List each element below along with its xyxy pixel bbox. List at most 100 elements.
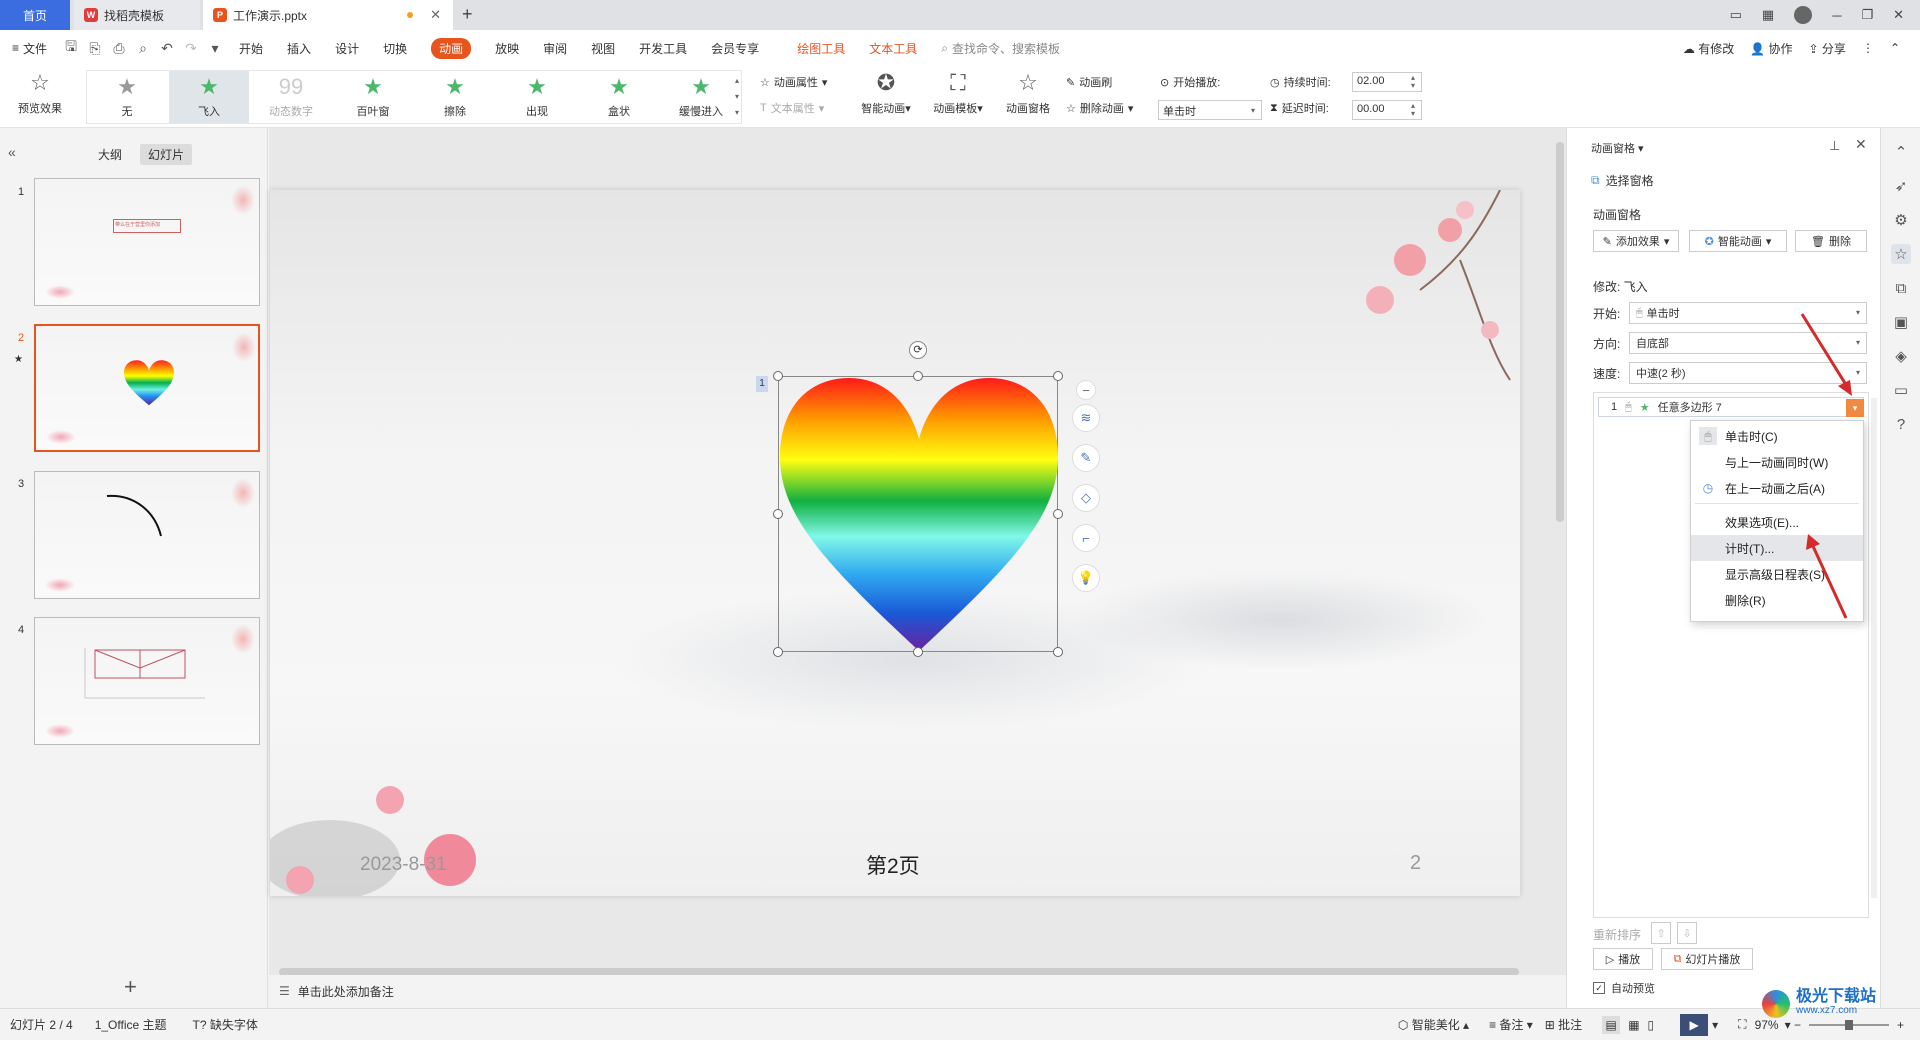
fit-window-icon[interactable]: ⛶ bbox=[1738, 1017, 1746, 1032]
zoom-level[interactable]: 97% bbox=[1755, 1018, 1779, 1032]
slide-thumb-1[interactable]: 带么在于营里你添加 bbox=[34, 178, 260, 306]
effect-fly-in[interactable]: ★ 飞入 bbox=[169, 71, 249, 123]
zoom-slider[interactable] bbox=[1808, 1019, 1889, 1030]
pane-scrollbar[interactable] bbox=[1871, 398, 1877, 898]
animation-star-icon[interactable]: ☆ bbox=[1891, 244, 1911, 264]
menu-review[interactable]: 审阅 bbox=[531, 30, 579, 66]
resize-handle[interactable] bbox=[773, 647, 783, 657]
restore-icon[interactable]: ❐ bbox=[1861, 7, 1873, 23]
effect-wipe[interactable]: ★ 擦除 bbox=[415, 71, 495, 123]
auto-preview-checkbox[interactable]: ✓ 自动预览 bbox=[1593, 980, 1655, 996]
vertical-scrollbar[interactable] bbox=[1556, 142, 1564, 962]
zoom-in-icon[interactable]: + bbox=[1897, 1018, 1904, 1032]
effect-blinds[interactable]: ★ 百叶窗 bbox=[333, 71, 413, 123]
normal-view-icon[interactable]: ▤ bbox=[1602, 1015, 1621, 1034]
add-slide-button[interactable]: + bbox=[124, 974, 137, 1000]
menu-animation[interactable]: 动画 bbox=[419, 30, 483, 66]
smart-animation-button[interactable]: ✪ 智能动画▾ bbox=[856, 70, 916, 116]
print-preview-icon[interactable]: ⌕ bbox=[134, 39, 152, 57]
resize-handle[interactable] bbox=[773, 509, 783, 519]
resize-handle[interactable] bbox=[913, 371, 923, 381]
animation-template-button[interactable]: ⛶ 动画模板▾ bbox=[928, 70, 988, 116]
notes-bar[interactable]: ☰ 单击此处添加备注 bbox=[269, 975, 1566, 1007]
grid-icon[interactable]: ▦ bbox=[1762, 7, 1774, 23]
menu-text-tools[interactable]: 文本工具 bbox=[857, 30, 929, 66]
undo-icon[interactable]: ↶ bbox=[158, 39, 176, 57]
move-up-button[interactable]: ⇧ bbox=[1651, 922, 1671, 944]
menu-member[interactable]: 会员专享 bbox=[699, 30, 771, 66]
pin-icon[interactable]: ⊥ bbox=[1829, 138, 1840, 154]
zoom-thumb[interactable] bbox=[1844, 1019, 1853, 1030]
play-dropdown-icon[interactable]: ▾ bbox=[1712, 1018, 1718, 1032]
collapse-tools-icon[interactable]: − bbox=[1076, 380, 1096, 400]
add-effect-button[interactable]: ✎ 添加效果 ▾ bbox=[1593, 230, 1679, 252]
resize-handle[interactable] bbox=[773, 371, 783, 381]
animation-brush-button[interactable]: ✎ 动画刷 bbox=[1066, 74, 1112, 90]
pen-icon[interactable]: ✎ bbox=[1072, 444, 1100, 472]
effect-box[interactable]: ★ 盒状 bbox=[579, 71, 659, 123]
reading-view-icon[interactable]: ▯ bbox=[1648, 1018, 1655, 1032]
notes-button[interactable]: ≡ 备注 ▾ bbox=[1489, 1016, 1533, 1033]
resize-handle[interactable] bbox=[913, 647, 923, 657]
picture-icon[interactable]: ▣ bbox=[1891, 312, 1911, 332]
collapse-ribbon-icon[interactable]: ⌃ bbox=[1890, 41, 1900, 55]
zoom-out-icon[interactable]: ▾ − bbox=[1785, 1018, 1801, 1032]
crop-icon[interactable]: ⌐ bbox=[1072, 524, 1100, 552]
menu-start[interactable]: 开始 bbox=[227, 30, 275, 66]
beautify-button[interactable]: ⬡ 智能美化 ▴ bbox=[1398, 1016, 1469, 1033]
book-icon[interactable]: ▭ bbox=[1891, 380, 1911, 400]
preview-effect-button[interactable]: ☆ 预览效果 bbox=[10, 70, 70, 116]
gallery-scroll-icon[interactable]: ▴ ▾ ▾ bbox=[735, 73, 739, 121]
duration-input[interactable]: 02.00 ▴ ▾ bbox=[1352, 72, 1422, 92]
modified-button[interactable]: ☁ 有修改 bbox=[1683, 40, 1734, 57]
smart-anim-button[interactable]: ✪ 智能动画 ▾ bbox=[1689, 230, 1787, 252]
slide-thumb-2[interactable] bbox=[34, 324, 260, 452]
command-search[interactable]: ⌕ 查找命令、搜索模板 bbox=[929, 30, 1072, 66]
bulb-icon[interactable]: 💡 bbox=[1072, 564, 1100, 592]
animation-pane-button[interactable]: ☆ 动画窗格 bbox=[1000, 70, 1056, 116]
resize-handle[interactable] bbox=[1053, 647, 1063, 657]
effect-none[interactable]: ★ 无 bbox=[87, 71, 167, 123]
menu-developer[interactable]: 开发工具 bbox=[627, 30, 699, 66]
help-icon[interactable]: ? bbox=[1891, 414, 1911, 434]
comments-button[interactable]: ⊞ 批注 bbox=[1545, 1016, 1582, 1033]
more-icon[interactable]: ▾ bbox=[206, 39, 224, 57]
menu-design[interactable]: 设计 bbox=[323, 30, 371, 66]
avatar[interactable] bbox=[1794, 6, 1813, 24]
tab-outline[interactable]: 大纲 bbox=[90, 144, 130, 165]
file-menu[interactable]: ≡ 文件 bbox=[0, 30, 59, 66]
menu-view[interactable]: 视图 bbox=[579, 30, 627, 66]
heart-shape-selection[interactable]: ⟳ bbox=[773, 341, 1063, 657]
tab-template[interactable]: W 找稻壳模板 bbox=[74, 0, 200, 30]
start-play-select[interactable]: 单击时 ▾ bbox=[1158, 100, 1262, 120]
select-pane-button[interactable]: ⧉ 选择窗格 bbox=[1591, 172, 1654, 189]
compass-icon[interactable]: ◈ bbox=[1891, 346, 1911, 366]
move-down-button[interactable]: ⇩ bbox=[1677, 922, 1697, 944]
share-button[interactable]: ⇪ 分享 bbox=[1809, 40, 1846, 57]
minimize-icon[interactable]: ─ bbox=[1832, 8, 1841, 23]
resize-handle[interactable] bbox=[1053, 371, 1063, 381]
rocket-icon[interactable]: ➶ bbox=[1891, 176, 1911, 196]
close-pane-icon[interactable]: ✕ bbox=[1855, 136, 1867, 153]
play-button[interactable]: ▷ 播放 bbox=[1593, 948, 1653, 970]
print-icon[interactable]: ⎙ bbox=[110, 39, 128, 57]
effect-slow-in[interactable]: ★ 缓慢进入 bbox=[661, 71, 741, 123]
slide-thumb-4[interactable] bbox=[34, 617, 260, 745]
pane-title[interactable]: 动画窗格 ▾ bbox=[1591, 140, 1644, 156]
play-slideshow-button[interactable]: ▶ bbox=[1680, 1013, 1709, 1036]
resize-handle[interactable] bbox=[1053, 509, 1063, 519]
text-props-button[interactable]: T 文本属性 ▾ bbox=[760, 100, 824, 116]
rotate-handle-icon[interactable]: ⟳ bbox=[909, 341, 927, 359]
tab-slides[interactable]: 幻灯片 bbox=[140, 144, 193, 165]
collapse-strip-icon[interactable]: ⌃ bbox=[1891, 142, 1911, 162]
fill-icon[interactable]: ◇ bbox=[1072, 484, 1100, 512]
copy-icon[interactable]: ⧉ bbox=[1891, 278, 1911, 298]
settings-sliders-icon[interactable]: ⚙ bbox=[1891, 210, 1911, 230]
menu-slideshow[interactable]: 放映 bbox=[483, 30, 531, 66]
delay-input[interactable]: 00.00 ▴ ▾ bbox=[1352, 100, 1422, 120]
export-icon[interactable]: ⎘ bbox=[86, 39, 104, 57]
collapse-sidebar-icon[interactable]: « bbox=[8, 144, 16, 160]
save-icon[interactable]: 🖫 bbox=[62, 38, 80, 57]
collab-button[interactable]: 👤 协作 bbox=[1750, 40, 1792, 57]
redo-icon[interactable]: ↷ bbox=[182, 39, 200, 57]
